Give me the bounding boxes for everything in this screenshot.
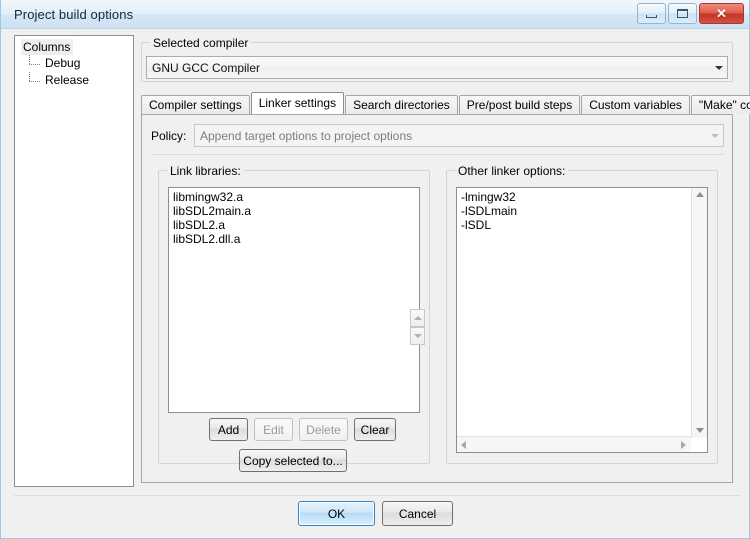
tab-search-directories[interactable]: Search directories <box>345 95 458 114</box>
linker-option-line: -lmingw32 <box>461 190 516 204</box>
window-controls: ✕ <box>637 3 744 24</box>
tab-prepost-build-steps[interactable]: Pre/post build steps <box>458 95 581 114</box>
other-options-vertical-scrollbar[interactable] <box>691 188 707 438</box>
arrow-left-icon <box>460 441 466 449</box>
other-options-horizontal-scrollbar[interactable] <box>457 436 691 452</box>
list-item[interactable]: libmingw32.a <box>171 190 419 204</box>
list-item[interactable]: libSDL2main.a <box>171 204 419 218</box>
list-item[interactable]: libSDL2.a <box>171 218 419 232</box>
right-pane: Selected compiler GNU GCC Compiler Compi… <box>141 29 750 538</box>
ok-button[interactable]: OK <box>298 501 375 526</box>
minimize-icon <box>646 14 657 18</box>
window-title: Project build options <box>14 7 134 22</box>
move-up-button[interactable] <box>410 309 425 327</box>
clear-libraries-button[interactable]: Clear <box>354 418 396 441</box>
scroll-right-button[interactable] <box>675 437 691 452</box>
scroll-up-button[interactable] <box>692 188 707 202</box>
policy-select-value: Append target options to project options <box>200 128 413 143</box>
link-libraries-legend: Link libraries: <box>167 164 244 178</box>
tab-linker-settings[interactable]: Linker settings <box>250 92 345 114</box>
compiler-select-value: GNU GCC Compiler <box>152 60 261 75</box>
delete-library-button[interactable]: Delete <box>299 418 348 441</box>
close-button[interactable]: ✕ <box>699 3 744 24</box>
arrow-up-icon <box>696 191 704 197</box>
dialog-footer-divider <box>14 495 740 496</box>
linker-option-line: -lSDLmain <box>461 204 518 218</box>
other-linker-options-legend: Other linker options: <box>455 164 569 178</box>
panel-divider <box>151 154 724 155</box>
copy-selected-to-button[interactable]: Copy selected to... <box>239 449 347 472</box>
edit-library-button[interactable]: Edit <box>254 418 293 441</box>
restore-icon <box>677 9 688 18</box>
arrow-right-icon <box>680 441 686 449</box>
dialog-client-area: Columns Debug Release Selected compiler … <box>1 29 750 538</box>
close-icon: ✕ <box>716 6 727 21</box>
scroll-left-button[interactable] <box>457 437 471 452</box>
tree-node-columns[interactable]: Columns <box>21 39 74 55</box>
move-down-button[interactable] <box>410 327 425 345</box>
chevron-down-icon[interactable] <box>710 57 727 78</box>
policy-label: Policy: <box>151 129 187 143</box>
chevron-down-icon[interactable] <box>706 125 723 146</box>
scroll-down-button[interactable] <box>692 422 707 438</box>
add-library-button[interactable]: Add <box>209 418 248 441</box>
targets-tree[interactable]: Columns Debug Release <box>14 35 134 487</box>
list-item[interactable]: libSDL2.dll.a <box>171 232 419 246</box>
link-libraries-list[interactable]: libmingw32.a libSDL2main.a libSDL2.a lib… <box>168 187 420 413</box>
settings-tabstrip: Compiler settings Linker settings Search… <box>141 92 750 114</box>
title-bar: Project build options ✕ <box>1 0 749 29</box>
tree-node-debug[interactable]: Debug <box>29 55 131 72</box>
arrow-down-icon <box>696 427 704 433</box>
arrow-down-icon <box>413 334 422 338</box>
linker-settings-panel: Policy: Append target options to project… <box>141 114 733 483</box>
tab-make-commands[interactable]: "Make" commands <box>690 95 750 114</box>
tab-compiler-settings[interactable]: Compiler settings <box>141 95 250 114</box>
selected-compiler-legend: Selected compiler <box>150 36 252 50</box>
policy-select[interactable]: Append target options to project options <box>194 124 724 147</box>
linker-option-line: -lSDL <box>461 218 492 232</box>
tree-node-release[interactable]: Release <box>29 72 131 89</box>
project-build-options-dialog: Project build options ✕ Columns Debug Re… <box>0 0 750 539</box>
arrow-up-icon <box>413 316 422 320</box>
minimize-button[interactable] <box>637 3 666 24</box>
tab-custom-variables[interactable]: Custom variables <box>581 95 690 114</box>
compiler-select[interactable]: GNU GCC Compiler <box>146 56 728 79</box>
cancel-button[interactable]: Cancel <box>382 501 453 526</box>
other-linker-options-textarea[interactable]: -lmingw32 -lSDLmain -lSDL <box>456 187 708 453</box>
restore-button[interactable] <box>668 3 697 24</box>
